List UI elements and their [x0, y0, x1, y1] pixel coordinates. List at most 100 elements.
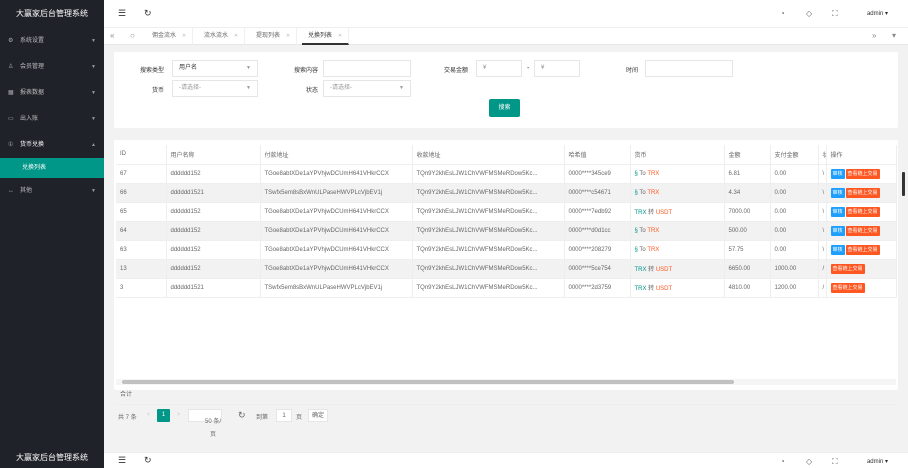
goto-page-input[interactable]: 1: [276, 409, 292, 422]
search-button[interactable]: 搜索: [489, 99, 520, 117]
close-icon[interactable]: ✕: [338, 33, 342, 39]
tabs-scroll-right-icon[interactable]: »: [872, 31, 876, 40]
tag-icon[interactable]: ◇: [806, 457, 812, 466]
cell-to-address: TQn9Y2khEsLJW1ChVWFMSMeRDow5Kc...: [412, 278, 565, 298]
amount-max-input[interactable]: ¥: [534, 60, 580, 77]
view-chain-tx-button[interactable]: 查看链上交易: [830, 263, 865, 274]
col-header-to-address[interactable]: 收款地址: [412, 145, 565, 165]
sidebar-item-label: 系统设置: [20, 38, 45, 44]
user-menu[interactable]: admin ▾: [867, 10, 888, 17]
tabs-scroll-left-icon[interactable]: «: [110, 31, 114, 40]
review-button[interactable]: 审核: [830, 244, 845, 255]
cell-paid: 0.00: [770, 202, 819, 222]
goto-unit: 页: [296, 415, 303, 421]
tab-withdraw-list[interactable]: 提现列表 ✕: [250, 28, 298, 45]
currency-placeholder: -请选择-: [179, 85, 201, 91]
close-icon[interactable]: ✕: [234, 33, 238, 39]
cell-status: \: [818, 183, 827, 203]
view-chain-tx-button[interactable]: 查看链上交易: [845, 225, 880, 236]
page-size-select[interactable]: 50 条/页: [188, 409, 222, 438]
scrollbar-thumb[interactable]: [122, 380, 734, 384]
horizontal-scrollbar[interactable]: [116, 379, 896, 385]
currency-select[interactable]: -请选择- ▼: [172, 80, 258, 97]
exchange-submenu: 兑换列表: [0, 158, 104, 178]
cell-status: \: [818, 240, 827, 260]
menu-toggle-icon[interactable]: ☰: [118, 455, 126, 466]
view-chain-tx-button[interactable]: 查看链上交易: [845, 206, 880, 217]
col-header-currency[interactable]: 货币: [630, 145, 725, 165]
cell-amount: 57.75: [724, 240, 771, 260]
cell-id: 67: [116, 164, 167, 184]
col-header-from-address[interactable]: 付款地址: [260, 145, 413, 165]
tabs-menu-caret-icon[interactable]: ▾: [892, 31, 896, 40]
col-header-actions: 操作: [826, 145, 897, 165]
review-button[interactable]: 审核: [830, 206, 845, 217]
sidebar-item-ledger[interactable]: ▭ 出入账 ▼: [0, 106, 104, 132]
cell-actions: 审核 查看链上交易: [826, 183, 897, 203]
refresh-icon[interactable]: ↻: [238, 410, 246, 421]
tab-rebate-flow[interactable]: 流水流水 ✕: [198, 28, 246, 45]
tag-icon[interactable]: ◇: [806, 9, 812, 18]
search-content-input[interactable]: [323, 60, 411, 77]
sidebar-item-other[interactable]: ↔ 其他 ▼: [0, 178, 104, 204]
search-content-label: 搜索内容: [293, 68, 318, 74]
view-chain-tx-button[interactable]: 查看链上交易: [830, 282, 865, 293]
table-row: 63 dddddd152 TGoe8abtXDe1aYPVhjwDCUmH641VH…: [116, 240, 897, 260]
status-select[interactable]: -请选择- ▼: [323, 80, 411, 97]
home-icon[interactable]: ○: [130, 31, 135, 40]
sidebar-item-reports[interactable]: ▦ 报表数据 ▼: [0, 80, 104, 106]
review-button[interactable]: 审核: [830, 225, 845, 236]
close-icon[interactable]: ✕: [286, 33, 290, 39]
cell-id: 3: [116, 278, 167, 298]
tab-commission-flow[interactable]: 佣金流水 ✕: [146, 28, 194, 45]
refresh-icon[interactable]: ↻: [144, 8, 152, 19]
menu-toggle-icon[interactable]: ☰: [118, 8, 126, 19]
theme-icon[interactable]: ◔: [780, 457, 785, 466]
refresh-icon[interactable]: ↻: [144, 455, 152, 466]
cell-user: dddddd1521: [166, 278, 261, 298]
col-header-status[interactable]: 状: [818, 145, 827, 165]
close-icon[interactable]: ✕: [182, 33, 186, 39]
sidebar-item-exchange[interactable]: ① 货币兑换 ▲: [0, 132, 104, 158]
next-page-button[interactable]: >: [172, 409, 185, 422]
page-scroll-indicator[interactable]: [902, 172, 905, 196]
username: admin: [866, 11, 884, 17]
amount-min-placeholder: ¥: [483, 65, 487, 71]
col-header-paid[interactable]: 支付金额: [770, 145, 819, 165]
view-chain-tx-button[interactable]: 查看链上交易: [845, 187, 880, 198]
tab-label: 提现列表: [256, 33, 281, 39]
cell-amount: 6.81: [724, 164, 771, 184]
cell-user: dddddd152: [166, 240, 261, 260]
tab-label: 流水流水: [204, 33, 229, 39]
fullscreen-icon[interactable]: ⛶: [832, 9, 838, 19]
user-menu[interactable]: admin ▾: [867, 458, 888, 465]
chevron-down-icon: ▼: [91, 116, 96, 122]
amount-min-input[interactable]: ¥: [476, 60, 522, 77]
sidebar-subitem-exchange-list[interactable]: 兑换列表: [0, 158, 104, 178]
cell-id: 66: [116, 183, 167, 203]
goto-confirm-button[interactable]: 确定: [308, 409, 328, 422]
review-button[interactable]: 审核: [830, 168, 845, 179]
col-header-hash[interactable]: 哈希值: [564, 145, 631, 165]
page-number-current[interactable]: 1: [157, 409, 170, 422]
chevron-down-icon: ▼: [91, 90, 96, 96]
chevron-down-icon: ▼: [399, 85, 404, 91]
col-header-id[interactable]: ID: [116, 145, 167, 165]
search-type-select[interactable]: 用户名 ▼: [172, 60, 258, 77]
cell-paid: 0.00: [770, 164, 819, 184]
theme-icon[interactable]: ◔: [780, 9, 785, 18]
view-chain-tx-button[interactable]: 查看链上交易: [845, 168, 880, 179]
cell-currency: § To TRX: [630, 183, 725, 203]
col-header-amount[interactable]: 金额: [724, 145, 771, 165]
fullscreen-icon[interactable]: ⛶: [832, 457, 838, 467]
sidebar-item-settings[interactable]: ⚙ 系统设置 ▼: [0, 28, 104, 54]
chevron-down-icon: ▼: [91, 188, 96, 194]
prev-page-button[interactable]: <: [142, 409, 155, 422]
cell-currency: § To TRX: [630, 164, 725, 184]
sidebar-item-members[interactable]: ♙ 会员管理 ▼: [0, 54, 104, 80]
col-header-user[interactable]: 用户名称: [166, 145, 261, 165]
time-input[interactable]: [645, 60, 733, 77]
tab-exchange-list[interactable]: 兑换列表 ✕: [302, 28, 350, 45]
review-button[interactable]: 审核: [830, 187, 845, 198]
view-chain-tx-button[interactable]: 查看链上交易: [845, 244, 880, 255]
